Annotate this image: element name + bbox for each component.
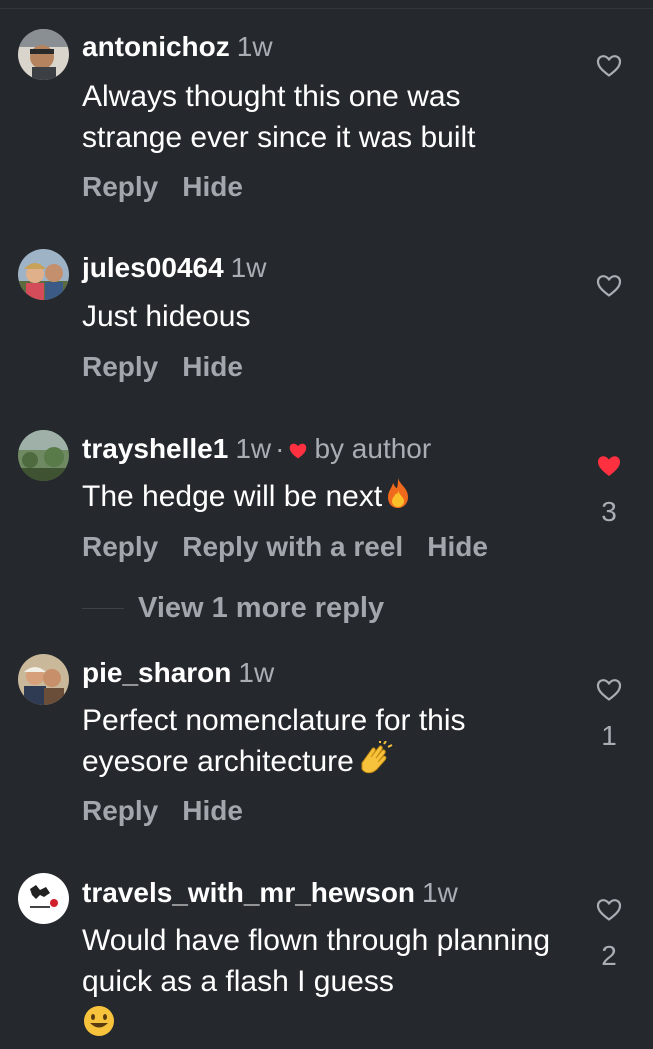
hide-button[interactable]: Hide (182, 795, 243, 826)
view-more-replies[interactable]: View 1 more reply (82, 592, 384, 630)
reply-button[interactable]: Reply (82, 171, 158, 202)
reply-with-reel-button[interactable]: Reply with a reel (182, 531, 403, 562)
timestamp: 1w (236, 31, 273, 62)
like-control (593, 274, 625, 303)
heart-outline-icon[interactable] (596, 899, 622, 926)
like-count: 1 (601, 720, 617, 751)
reply-button[interactable]: Reply (82, 351, 158, 382)
heart-outline-icon[interactable] (596, 55, 622, 82)
like-count: 3 (601, 496, 617, 527)
avatar[interactable] (18, 29, 69, 80)
top-divider (0, 8, 653, 9)
timestamp: 1w (230, 252, 267, 283)
timestamp: 1w (238, 657, 275, 688)
reply-button[interactable]: Reply (82, 531, 158, 562)
comment-text-content: Would have flown through planning quick … (82, 924, 551, 998)
comment-actions: Reply Reply with a reel Hide (82, 530, 512, 564)
author-heart-icon (288, 434, 308, 468)
timestamp: 1w (422, 877, 458, 908)
hide-button[interactable]: Hide (182, 171, 243, 202)
hide-button[interactable]: Hide (182, 351, 243, 382)
comment-actions: Reply Hide (82, 794, 267, 828)
avatar[interactable] (18, 654, 69, 705)
comment-text: Would have flown through planning quick … (82, 920, 562, 1049)
comment-actions: Reply Hide (82, 350, 267, 384)
fire-emoji-icon (382, 476, 414, 521)
heart-filled-icon[interactable] (596, 456, 622, 482)
comment-text-content: The hedge will be next (82, 480, 383, 513)
heart-outline-icon[interactable] (596, 275, 622, 302)
like-count: 2 (601, 940, 617, 971)
heart-outline-icon[interactable] (596, 679, 622, 706)
avatar[interactable] (18, 249, 69, 300)
username[interactable]: jules00464 (82, 252, 224, 283)
clapping-hands-emoji-icon (354, 740, 394, 786)
username-line: trayshelle1 1w · by author (82, 432, 431, 468)
username-line: pie_sharon 1w (82, 656, 274, 690)
comment-actions: Reply Hide (82, 170, 267, 204)
separator-dot: · (275, 433, 285, 464)
username-line: jules00464 1w (82, 251, 266, 285)
reply-button[interactable]: Reply (82, 795, 158, 826)
username[interactable]: antonichoz (82, 31, 230, 62)
grinning-face-emoji-icon (82, 1004, 562, 1049)
username-line: antonichoz 1w (82, 30, 273, 64)
comment-text: Always thought this one was strange ever… (82, 80, 476, 154)
username[interactable]: travels_with_mr_hewson (82, 877, 415, 908)
avatar[interactable] (18, 873, 69, 924)
avatar[interactable] (18, 430, 69, 481)
comment-text: The hedge will be next (82, 476, 562, 521)
username-line: travels_with_mr_hewson 1w (82, 876, 458, 910)
username[interactable]: pie_sharon (82, 657, 231, 688)
comment-text: Perfect nomenclature for this eyesore ar… (82, 700, 562, 786)
like-control: 2 (593, 898, 625, 973)
like-control: 1 (593, 678, 625, 753)
comment-text-content: Perfect nomenclature for this eyesore ar… (82, 704, 466, 778)
comment-text: Just hideous (82, 300, 251, 333)
timestamp: 1w (235, 433, 272, 464)
like-control: 3 (593, 454, 625, 529)
thread-line (82, 608, 124, 609)
username[interactable]: trayshelle1 (82, 433, 228, 464)
hide-button[interactable]: Hide (427, 531, 488, 562)
author-badge: by author (314, 433, 432, 464)
view-more-label[interactable]: View 1 more reply (138, 592, 384, 624)
like-control (593, 54, 625, 83)
